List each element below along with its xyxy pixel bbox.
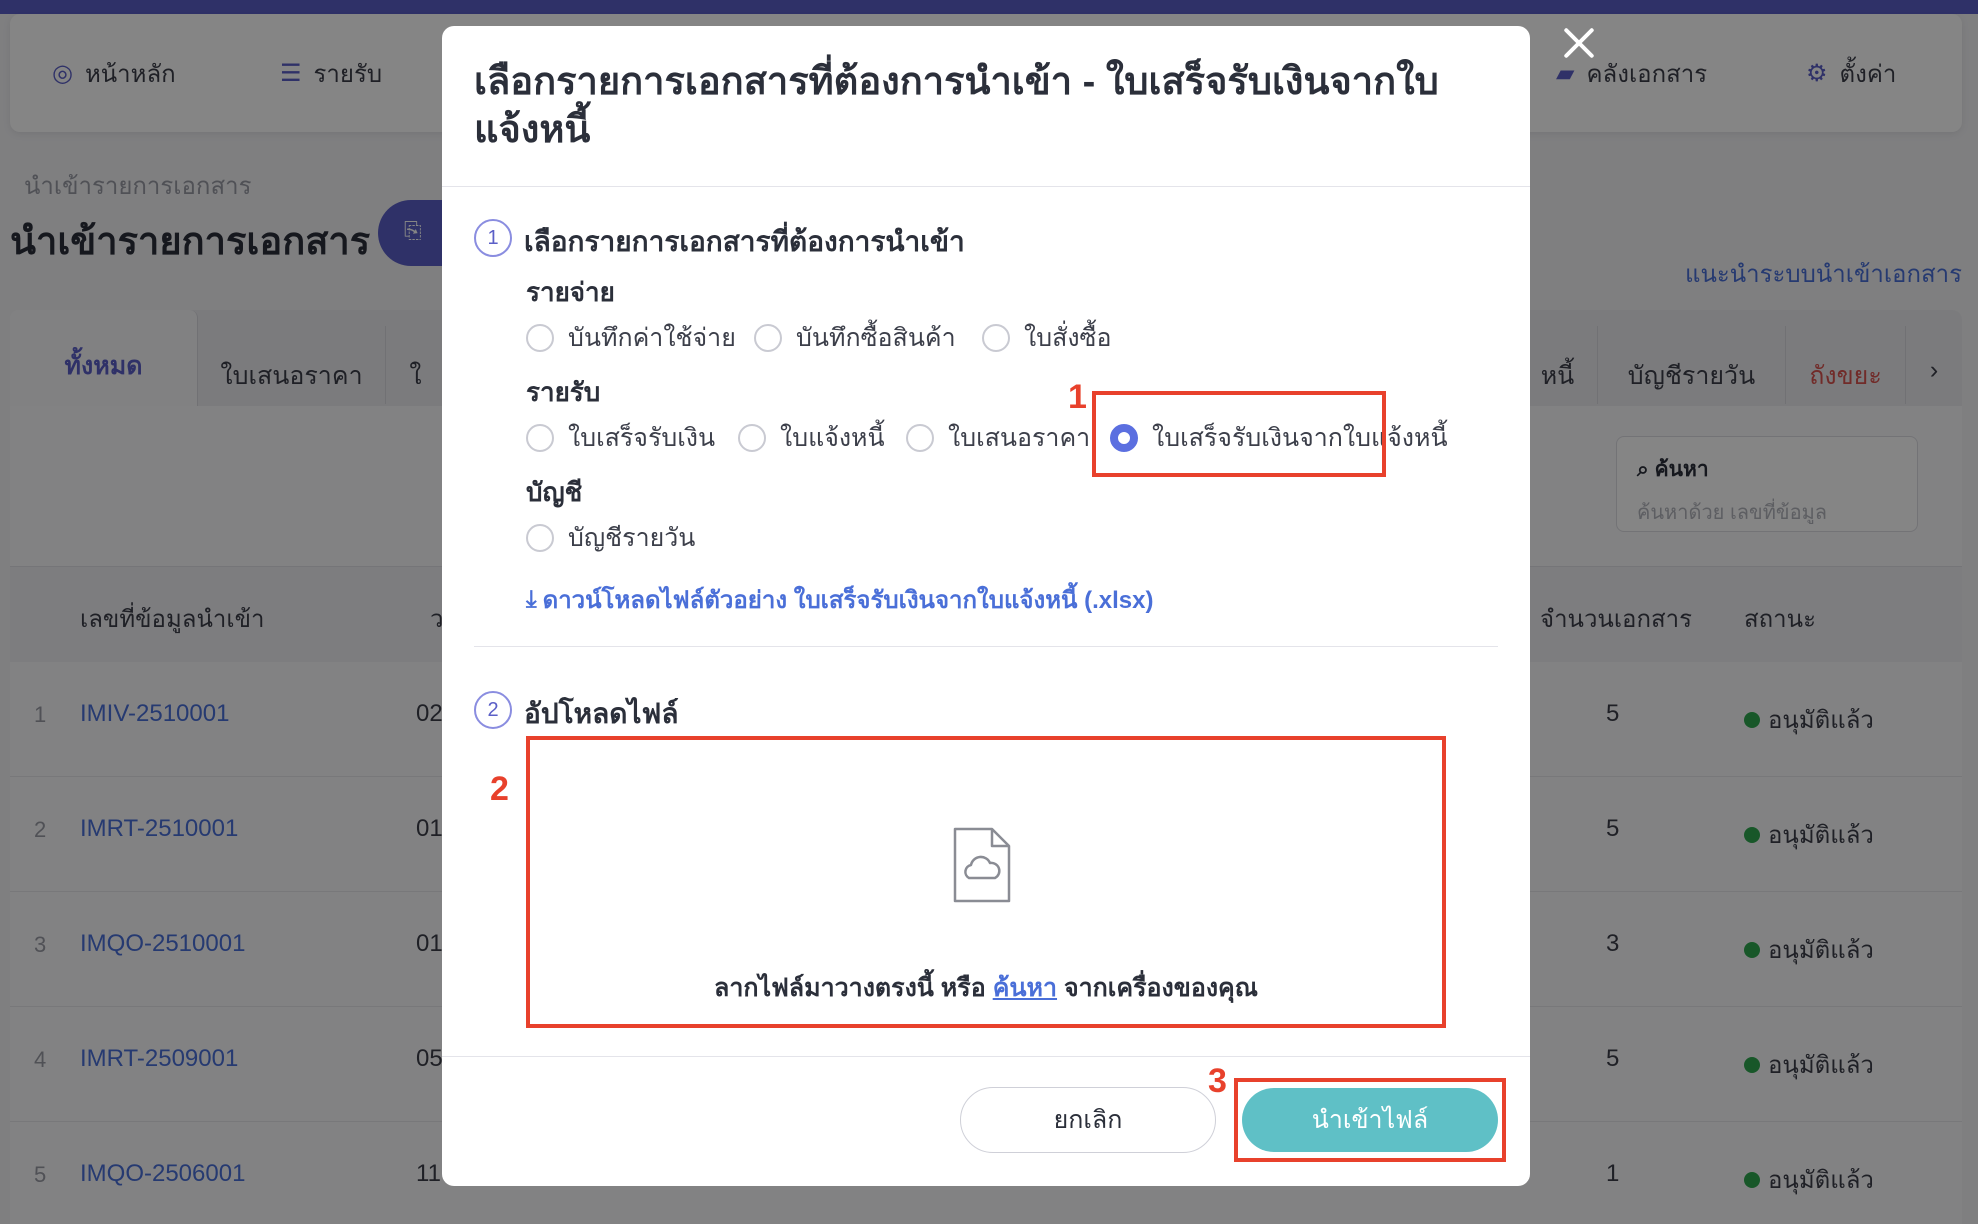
annotation-2: 2 [490, 770, 509, 808]
income-group-label: รายรับ [526, 377, 601, 407]
modal-divider [442, 186, 1530, 187]
radio-purchase-record[interactable]: บันทึกซื้อสินค้า [754, 318, 956, 358]
radio-invoice[interactable]: ใบแจ้งหนี้ [738, 418, 885, 458]
annotation-1: 1 [1068, 378, 1087, 416]
annotation-3: 3 [1208, 1062, 1227, 1100]
radio-purchase-order[interactable]: ใบสั่งซื้อ [982, 318, 1112, 358]
expense-group-label: รายจ่าย [526, 277, 615, 307]
step-2-badge: 2 [474, 691, 512, 729]
radio-quotation[interactable]: ใบเสนอราคา [906, 418, 1090, 458]
highlight-box-1 [1092, 391, 1386, 477]
radio-label: ใบเสนอราคา [948, 424, 1091, 452]
radio-daily-journal[interactable]: บัญชีรายวัน [526, 518, 695, 558]
account-group-label: บัญชี [526, 477, 583, 507]
radio-label: บัญชีรายวัน [568, 524, 696, 552]
highlight-box-3 [1234, 1078, 1506, 1162]
radio-label: ใบเสร็จรับเงิน [568, 424, 716, 452]
step-2-title: อัปโหลดไฟล์ [524, 698, 679, 729]
radio-label: ใบแจ้งหนี้ [780, 424, 885, 452]
radio-circle[interactable] [906, 424, 934, 452]
radio-expense-record[interactable]: บันทึกค่าใช้จ่าย [526, 318, 736, 358]
step-1-title: เลือกรายการเอกสารที่ต้องการนำเข้า [524, 226, 965, 257]
download-sample-link[interactable]: ⤓ ดาวน์โหลดไฟล์ตัวอย่าง ใบเสร็จรับเงินจา… [526, 580, 1153, 619]
radio-label: บันทึกซื้อสินค้า [796, 324, 956, 352]
step-1-badge: 1 [474, 219, 512, 257]
modal-title: เลือกรายการเอกสารที่ต้องการนำเข้า - ใบเส… [474, 61, 1439, 151]
download-sample-label: ดาวน์โหลดไฟล์ตัวอย่าง ใบเสร็จรับเงินจากใ… [542, 587, 1154, 614]
radio-label: บันทึกค่าใช้จ่าย [568, 324, 736, 352]
radio-label: ใบสั่งซื้อ [1024, 324, 1112, 352]
footer-divider [442, 1056, 1530, 1057]
highlight-box-2 [526, 736, 1446, 1028]
download-icon: ⤓ [526, 585, 537, 613]
radio-circle[interactable] [526, 524, 554, 552]
radio-circle[interactable] [526, 424, 554, 452]
radio-circle[interactable] [526, 324, 554, 352]
cancel-button[interactable]: ยกเลิก [960, 1087, 1216, 1153]
radio-circle[interactable] [738, 424, 766, 452]
close-icon[interactable] [1562, 26, 1596, 60]
radio-receipt[interactable]: ใบเสร็จรับเงิน [526, 418, 715, 458]
radio-circle[interactable] [754, 324, 782, 352]
import-modal: เลือกรายการเอกสารที่ต้องการนำเข้า - ใบเส… [442, 26, 1530, 1186]
radio-circle[interactable] [982, 324, 1010, 352]
section-divider [474, 646, 1498, 647]
